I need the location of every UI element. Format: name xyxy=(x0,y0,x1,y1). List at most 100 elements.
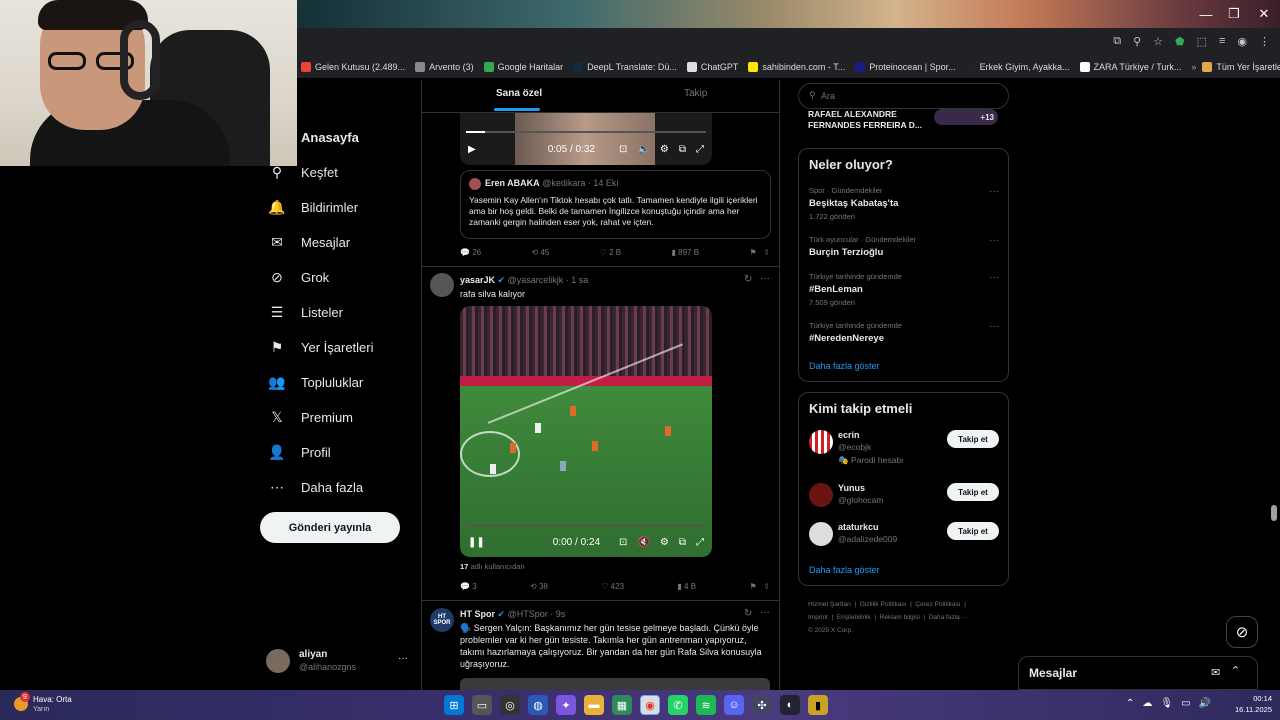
more-icon[interactable]: ··· xyxy=(989,272,999,283)
close-button[interactable]: ✕ xyxy=(1248,0,1280,28)
follow-suggestion[interactable]: ecrin @ecobjk 🎭 Parodi hesabı Takip et xyxy=(809,430,999,470)
grok-icon[interactable]: ⊘ xyxy=(1226,616,1258,648)
quoted-post[interactable]: Eren ABAKA @kedikara · 14 Eki Yasemin Ka… xyxy=(460,170,771,239)
bookmark-item[interactable]: ChatGPT xyxy=(686,62,738,72)
footer-link[interactable]: Imprint xyxy=(808,614,828,621)
follow-suggestion[interactable]: Yunus @glohocam Takip et xyxy=(809,483,999,523)
nav-item-8[interactable]: 𝕏 Premium xyxy=(260,400,420,435)
avatar-stack[interactable]: +13 xyxy=(934,109,998,125)
video-player[interactable]: ❚❚ 0:00 / 0:24 ⊡ 🔇 ⚙ ⧉ ⤢ xyxy=(460,306,712,557)
clock[interactable]: 00:14 16.11.2025 xyxy=(1226,693,1272,715)
nav-item-2[interactable]: 🔔 Bildirimler xyxy=(260,190,420,225)
folder-icon[interactable]: ▬ xyxy=(584,695,604,715)
bookmark-item[interactable]: Arvento (3) xyxy=(415,62,474,72)
follow-button[interactable]: Takip et xyxy=(947,522,999,540)
more-icon[interactable]: ··· xyxy=(989,235,999,246)
more-icon[interactable]: ··· xyxy=(989,186,999,197)
author-name[interactable]: yasarJK xyxy=(460,275,495,285)
video-progress[interactable] xyxy=(466,524,706,526)
editor-icon[interactable]: ◐ xyxy=(780,695,800,715)
messages-drawer[interactable]: Mesajlar ✉ ⌃ xyxy=(1018,656,1258,690)
nav-item-4[interactable]: ⊘ Grok xyxy=(260,260,420,295)
nav-item-6[interactable]: ⚑ Yer İşaretleri xyxy=(260,330,420,365)
like-button[interactable]: ♡ 423 xyxy=(601,582,624,591)
trend-item[interactable]: Türkiye tarihinde gündemde #BenLeman 7.509… xyxy=(809,272,999,307)
menu-icon[interactable]: ⋮ xyxy=(1259,35,1270,48)
settings-icon[interactable]: ⚙ xyxy=(660,144,669,155)
trend-item[interactable]: Türk oyuncular · Gündemdekiler Burçin Ter… xyxy=(809,235,999,258)
author-handle[interactable]: @yasarcelikjk xyxy=(508,275,564,285)
grok-icon[interactable]: ↻ xyxy=(744,274,752,285)
cast-icon[interactable]: ⧉ xyxy=(1113,35,1121,48)
reply-button[interactable]: 💬 3 xyxy=(460,582,477,591)
show-more-link[interactable]: Daha fazla göster xyxy=(809,565,880,575)
bookmark-icon[interactable]: ⚑ ⇪ xyxy=(749,248,770,257)
mic-icon[interactable]: 🎙 xyxy=(1160,698,1173,709)
show-more-link[interactable]: Daha fazla göster xyxy=(809,361,880,371)
restore-button[interactable]: ❐ xyxy=(1218,0,1250,28)
file-icon[interactable]: ▭ xyxy=(472,695,492,715)
star-icon[interactable]: ☆ xyxy=(1153,35,1163,48)
search-input[interactable]: ⚲ Ara xyxy=(798,83,1009,109)
tab-for-you[interactable]: Sana özel xyxy=(496,88,542,99)
copilot-icon[interactable]: ✦ xyxy=(556,695,576,715)
steam-icon[interactable]: ◎ xyxy=(500,695,520,715)
fullscreen-icon[interactable]: ⤢ xyxy=(696,537,704,548)
footer-link[interactable]: Reklam bilgisi xyxy=(880,614,920,621)
play-icon[interactable]: ▶ xyxy=(468,144,476,155)
fullscreen-icon[interactable]: ⤢ xyxy=(696,144,704,155)
whatsapp-icon[interactable]: ✆ xyxy=(668,695,688,715)
account-switcher[interactable]: aliyan @alihanozgns ··· xyxy=(266,647,416,677)
zoom-icon[interactable]: ⚲ xyxy=(1133,35,1141,48)
avatar[interactable] xyxy=(430,273,454,297)
display-icon[interactable]: ▭ xyxy=(1181,698,1190,709)
more-icon[interactable]: ··· xyxy=(398,653,408,664)
footer-link[interactable]: Gizlilik Politikası xyxy=(860,601,907,608)
nav-item-0[interactable]: ⌂Anasayfa xyxy=(260,120,420,155)
volume-icon[interactable]: 🔊 xyxy=(1199,698,1211,709)
views-button[interactable]: ▮ 897 B xyxy=(672,248,700,257)
repost-button[interactable]: ⟲ 45 xyxy=(531,248,549,257)
like-button[interactable]: ♡ 2 B xyxy=(600,248,621,257)
spotify-icon[interactable]: ≋ xyxy=(696,695,716,715)
trend-item[interactable]: Spor · Gündemdekiler Beşiktaş Kabataş'ta 1… xyxy=(809,186,999,221)
vpn-icon[interactable]: ✣ xyxy=(752,695,772,715)
post-image[interactable] xyxy=(460,678,770,690)
new-message-icon[interactable]: ✉ xyxy=(1211,666,1220,679)
author-handle[interactable]: @HTSpor xyxy=(508,609,548,619)
app-icon[interactable]: ▦ xyxy=(612,695,632,715)
nav-item-9[interactable]: 👤 Profil xyxy=(260,435,420,470)
onedrive-icon[interactable]: ☁ xyxy=(1142,698,1152,709)
footer-link[interactable]: Erişilebilirlik xyxy=(837,614,871,621)
nav-item-1[interactable]: ⚲ Keşfet xyxy=(260,155,420,190)
footer-link[interactable]: Hizmet Şartları xyxy=(808,601,851,608)
views-button[interactable]: ▮ 4 B xyxy=(677,582,696,591)
footer-link[interactable]: Daha fazla ··· xyxy=(929,614,968,621)
chrome-icon[interactable]: ◉ xyxy=(640,695,660,715)
follow-button[interactable]: Takip et xyxy=(947,430,999,448)
bookmark-item[interactable]: Proteinocean | Spor... xyxy=(855,62,956,72)
chevron-up-icon[interactable]: ⌃ xyxy=(1126,698,1134,709)
bookmark-item[interactable]: Google Haritalar xyxy=(483,62,563,72)
bookmark-item[interactable]: DeepL Translate: Dü... xyxy=(573,62,677,72)
trend-item[interactable]: Türkiye tarihinde gündemde #NeredenNereye… xyxy=(809,321,999,344)
expand-icon[interactable]: ⌃ xyxy=(1231,664,1240,677)
bookmark-icon[interactable]: ⚑ ⇪ xyxy=(749,582,770,591)
bookmark-item[interactable]: Erkek Giyim, Ayakka... xyxy=(965,62,1070,72)
tab-following[interactable]: Takip xyxy=(684,88,707,99)
pip-icon[interactable]: ⧉ xyxy=(679,537,686,548)
shield-extension-icon[interactable]: ⬟ xyxy=(1175,35,1185,48)
captions-icon[interactable]: ⊡ xyxy=(619,144,627,155)
more-icon[interactable]: ··· xyxy=(989,321,999,332)
address-bar[interactable]: ⧉ ⚲ ☆ ⬟ ⬚ ≡ ◉ ⋮ xyxy=(297,28,1280,56)
discord-icon[interactable]: ☺ xyxy=(724,695,744,715)
profile-avatar-icon[interactable]: ◉ xyxy=(1237,35,1247,48)
nav-item-5[interactable]: ☰ Listeler xyxy=(260,295,420,330)
avatar[interactable]: HT SPOR xyxy=(430,608,454,632)
settings-icon[interactable]: ⚙ xyxy=(660,537,669,548)
bookmark-item[interactable]: sahibinden.com - T... xyxy=(748,62,845,72)
nav-item-3[interactable]: ✉ Mesajlar xyxy=(260,225,420,260)
follow-suggestion[interactable]: ataturkcu @adalizede009 Takip et xyxy=(809,522,999,562)
follow-button[interactable]: Takip et xyxy=(947,483,999,501)
isp-icon[interactable]: ◍ xyxy=(528,695,548,715)
